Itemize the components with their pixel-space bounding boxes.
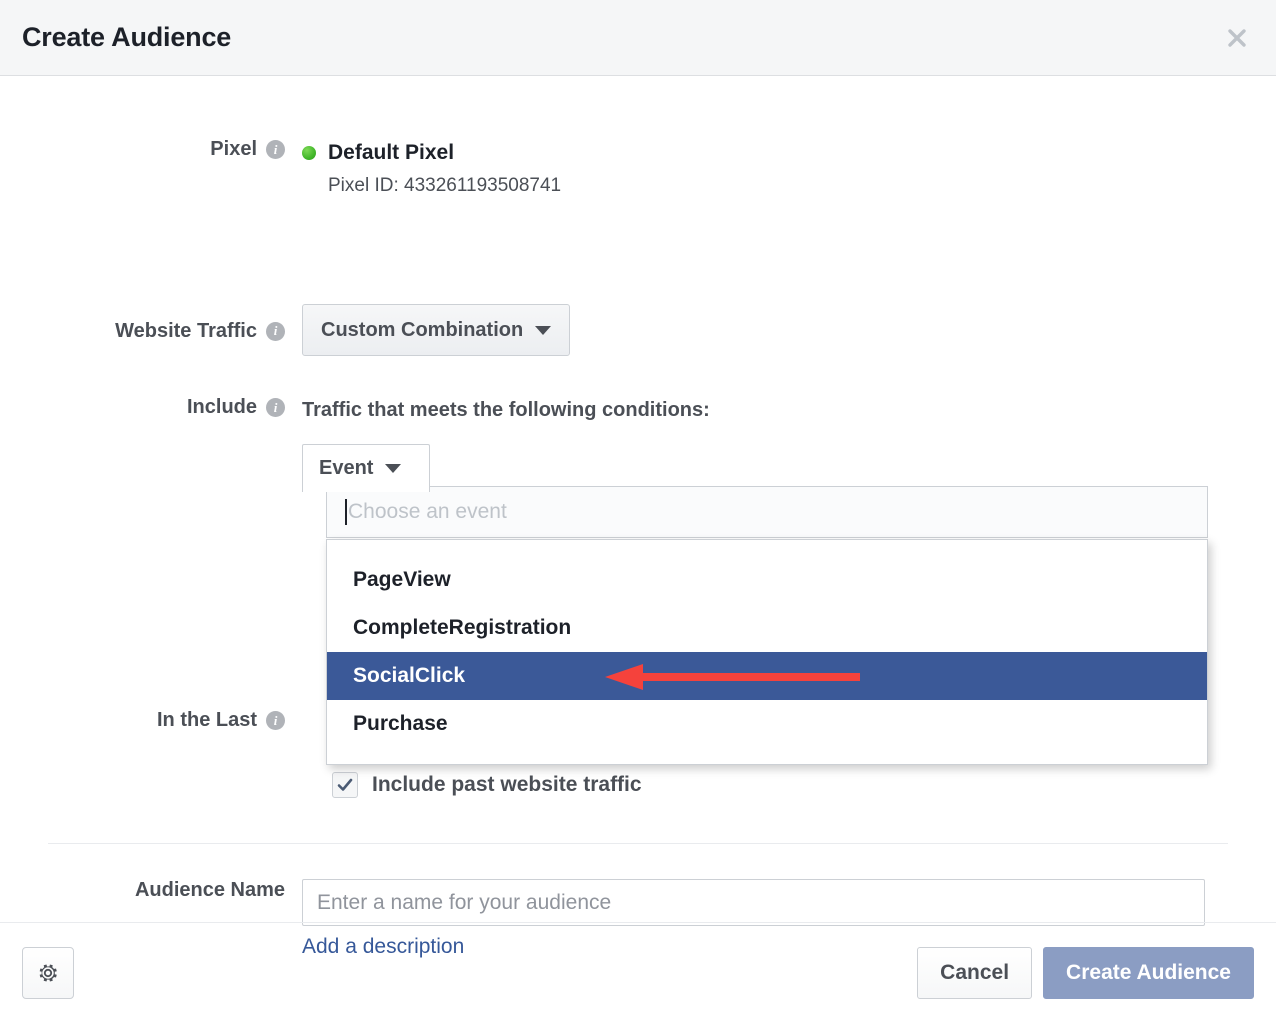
create-audience-dialog: Create Audience Pixel i Default Pixel Pi… [0,0,1276,1022]
website-traffic-selected-value: Custom Combination [321,318,524,341]
info-icon[interactable]: i [266,398,285,417]
in-the-last-label: In the Last [156,709,257,731]
include-label-group: Include i [0,396,285,419]
website-traffic-row: Website Traffic i Custom Combination [0,304,571,358]
settings-button[interactable] [22,946,74,999]
check-icon [337,778,353,791]
event-dropdown-list: PageView CompleteRegistration SocialClic… [326,539,1208,765]
cancel-button[interactable]: Cancel [917,946,1033,999]
include-content: Traffic that meets the following conditi… [285,396,710,492]
dialog-footer: Cancel Create Audience [0,922,1276,1022]
audience-name-label: Audience Name [134,879,285,901]
pixel-label-group: Pixel i [0,138,285,161]
footer-actions: Cancel Create Audience [917,946,1254,999]
audience-name-input[interactable] [302,879,1205,926]
audience-name-label-group: Audience Name [0,879,285,902]
include-past-traffic-label: Include past website traffic [372,773,642,796]
list-item-selected[interactable]: SocialClick [327,652,1207,700]
pixel-row: Pixel i Default Pixel Pixel ID: 43326119… [0,138,561,197]
include-past-traffic-row[interactable]: Include past website traffic [332,772,642,798]
event-option-label: CompleteRegistration [353,616,572,639]
event-option-label: Purchase [353,712,448,735]
pixel-status-dot-icon [302,146,316,160]
pixel-id: Pixel ID: 433261193508741 [328,175,562,196]
website-traffic-content: Custom Combination [285,304,571,356]
info-icon[interactable]: i [266,140,285,159]
in-the-last-label-group: In the Last i [0,709,285,732]
website-traffic-label-group: Website Traffic i [0,304,285,358]
event-search-placeholder: Choose an event [348,500,507,523]
info-icon[interactable]: i [266,321,285,341]
rule-type-value: Event [319,457,374,479]
info-icon[interactable]: i [266,711,285,730]
pixel-label: Pixel [210,138,257,160]
event-option-label: SocialClick [353,664,466,687]
include-label: Include [186,396,257,418]
include-conditions-heading: Traffic that meets the following conditi… [302,399,710,421]
pixel-name-line: Default Pixel [302,138,561,168]
close-icon[interactable] [1220,21,1254,55]
dialog-header: Create Audience [0,0,1276,76]
chevron-down-icon [535,325,552,335]
event-option-label: PageView [353,568,451,591]
website-traffic-label: Website Traffic [115,319,257,342]
include-row: Include i Traffic that meets the followi… [0,396,710,492]
list-item[interactable]: CompleteRegistration [327,604,1207,652]
text-cursor [345,499,347,525]
include-past-traffic-checkbox[interactable] [332,772,358,798]
gear-icon [39,963,57,982]
create-audience-button[interactable]: Create Audience [1043,946,1254,999]
section-divider [48,843,1228,844]
list-item[interactable]: Purchase [327,700,1207,748]
page-title: Create Audience [22,22,232,52]
rule-type-dropdown[interactable]: Event [302,444,430,492]
event-search-input[interactable]: Choose an event [326,486,1208,538]
in-the-last-row: In the Last i [0,709,285,732]
list-item[interactable]: PageView [327,556,1207,604]
dialog-body: Pixel i Default Pixel Pixel ID: 43326119… [0,76,1276,958]
website-traffic-dropdown[interactable]: Custom Combination [302,304,571,356]
pixel-content: Default Pixel Pixel ID: 433261193508741 [285,138,561,197]
chevron-down-icon [385,464,402,473]
pixel-name: Default Pixel [328,141,455,164]
